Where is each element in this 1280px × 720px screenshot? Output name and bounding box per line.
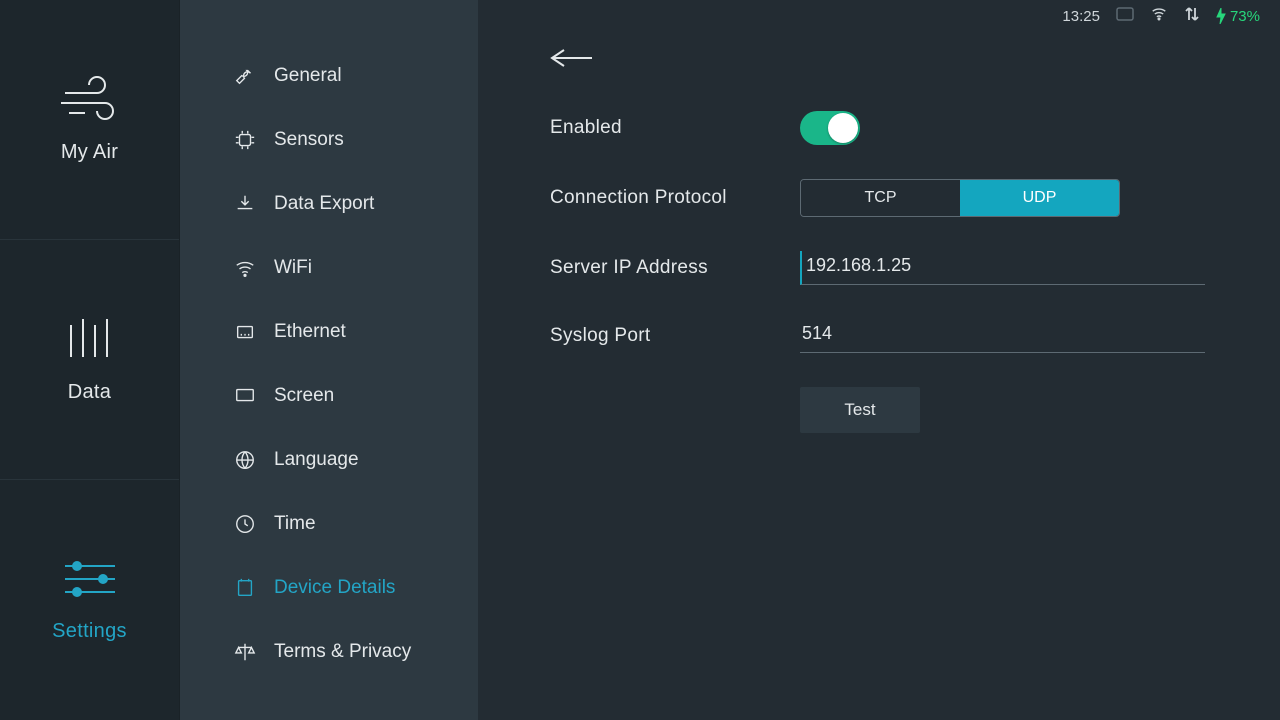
subnav-terms[interactable]: Terms & Privacy — [180, 620, 478, 684]
subnav-ethernet[interactable]: Ethernet — [180, 300, 478, 364]
syslog-port-input[interactable] — [800, 319, 1205, 353]
enabled-toggle[interactable] — [800, 111, 860, 145]
status-time: 13:25 — [1062, 8, 1100, 25]
main-nav: My Air Data Settings — [0, 0, 180, 720]
subnav-data-export[interactable]: Data Export — [180, 172, 478, 236]
subnav-device-details-label: Device Details — [274, 577, 395, 599]
sliders-icon — [63, 558, 117, 600]
arrow-left-icon — [550, 48, 594, 68]
sync-icon — [1184, 6, 1200, 26]
subnav-device-details[interactable]: Device Details — [180, 556, 478, 620]
test-button[interactable]: Test — [800, 387, 920, 433]
toggle-knob — [828, 113, 858, 143]
status-bar: 13:25 73% — [1042, 0, 1280, 32]
nav-data-label: Data — [68, 381, 111, 404]
nav-data[interactable]: Data — [0, 240, 179, 480]
enabled-label: Enabled — [550, 117, 800, 139]
cast-icon — [1116, 7, 1134, 25]
ip-label: Server IP Address — [550, 257, 800, 279]
subnav-general-label: General — [274, 65, 342, 87]
ethernet-icon — [234, 321, 256, 343]
subnav-screen[interactable]: Screen — [180, 364, 478, 428]
bars-icon — [65, 315, 115, 361]
subnav-wifi[interactable]: WiFi — [180, 236, 478, 300]
subnav-language[interactable]: Language — [180, 428, 478, 492]
subnav-sensors-label: Sensors — [274, 129, 344, 151]
wrench-icon — [234, 65, 256, 87]
subnav-sensors[interactable]: Sensors — [180, 108, 478, 172]
server-ip-input[interactable] — [800, 251, 1205, 285]
subnav-language-label: Language — [274, 449, 359, 471]
protocol-label: Connection Protocol — [550, 187, 800, 209]
subnav-data-export-label: Data Export — [274, 193, 374, 215]
screen-icon — [234, 385, 256, 407]
back-button[interactable] — [550, 48, 594, 73]
subnav-wifi-label: WiFi — [274, 257, 312, 279]
settings-subnav: General Sensors Data Export WiFi Etherne… — [180, 0, 478, 720]
protocol-tcp[interactable]: TCP — [801, 180, 960, 216]
protocol-segmented: TCP UDP — [800, 179, 1120, 217]
content-panel: 13:25 73% Enabled Connection Protocol — [478, 0, 1280, 720]
nav-settings[interactable]: Settings — [0, 480, 179, 720]
battery-text: 73% — [1230, 8, 1260, 25]
subnav-general[interactable]: General — [180, 44, 478, 108]
nav-my-air[interactable]: My Air — [0, 0, 179, 240]
battery-status: 73% — [1216, 8, 1260, 25]
subnav-terms-label: Terms & Privacy — [274, 641, 411, 663]
subnav-time[interactable]: Time — [180, 492, 478, 556]
subnav-time-label: Time — [274, 513, 316, 535]
scales-icon — [234, 641, 256, 663]
export-icon — [234, 193, 256, 215]
protocol-udp[interactable]: UDP — [960, 180, 1119, 216]
port-label: Syslog Port — [550, 325, 800, 347]
subnav-ethernet-label: Ethernet — [274, 321, 346, 343]
nav-my-air-label: My Air — [61, 141, 118, 164]
subnav-screen-label: Screen — [274, 385, 334, 407]
chip-icon — [234, 129, 256, 151]
wind-icon — [59, 75, 121, 121]
globe-icon — [234, 449, 256, 471]
wifi-status-icon — [1150, 7, 1168, 25]
wifi-icon — [234, 257, 256, 279]
clock-icon — [234, 513, 256, 535]
device-icon — [234, 577, 256, 599]
nav-settings-label: Settings — [52, 620, 127, 643]
